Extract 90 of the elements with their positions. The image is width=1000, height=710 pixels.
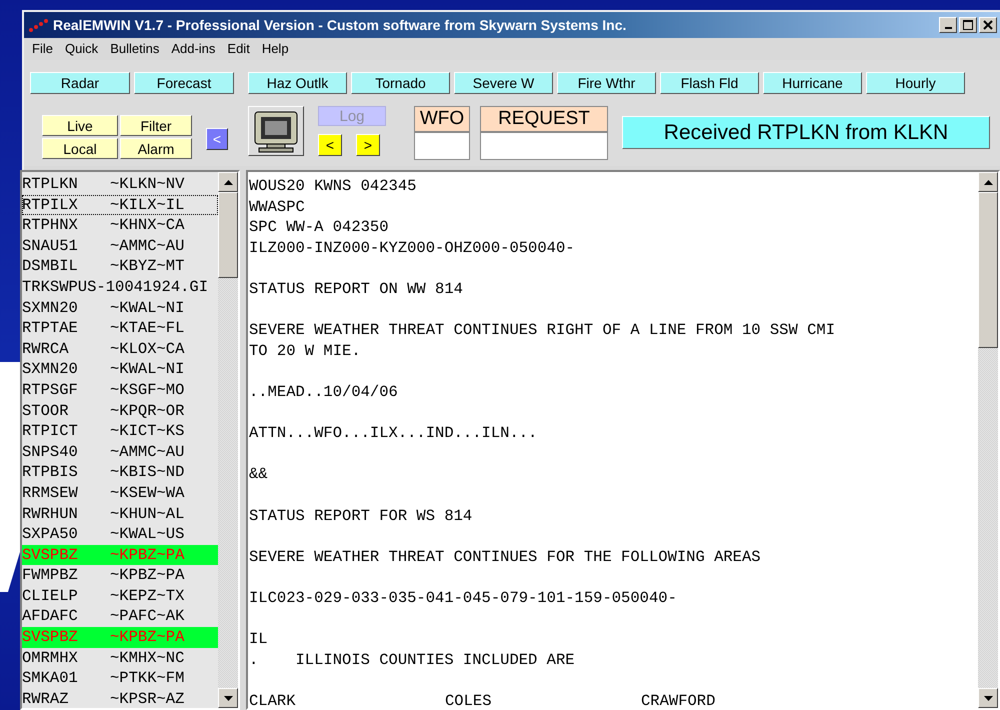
product-list-item[interactable]: SMKA01 ~PTKK~FM — [22, 668, 218, 689]
scroll-up-button[interactable] — [978, 172, 998, 192]
product-list-item[interactable]: RTPBIS ~KBIS~ND — [22, 462, 218, 483]
maximize-icon — [963, 20, 973, 30]
minimize-button[interactable] — [939, 17, 957, 33]
product-list-item[interactable]: OMRMHX ~KMHX~NC — [22, 648, 218, 668]
menu-item[interactable]: File — [26, 41, 59, 60]
maximize-button[interactable] — [959, 17, 977, 33]
product-list-item[interactable]: RTPILX ~KILX~IL — [22, 194, 218, 216]
product-list-item[interactable]: RWRAZ ~KPSR~AZ — [22, 688, 218, 708]
product-list-item[interactable]: CLIELP ~KEPZ~TX — [22, 586, 218, 606]
product-list-item[interactable]: RTPICT ~KICT~KS — [22, 421, 218, 442]
product-list-item[interactable]: RTPHNX ~KHNX~CA — [22, 215, 218, 236]
product-list-item[interactable]: RTPTAE ~KTAE~FL — [22, 318, 218, 339]
bulletin-line: IL — [249, 629, 269, 650]
up-arrow-icon — [224, 180, 232, 184]
bulletin-line: && — [249, 464, 269, 485]
product-button[interactable]: Fire Wthr — [557, 72, 656, 94]
next-button[interactable]: > — [356, 134, 380, 156]
menu-item[interactable]: Help — [256, 41, 295, 60]
scroll-thumb[interactable] — [218, 192, 238, 278]
product-list-item[interactable]: FWMPBZ ~KPBZ~PA — [22, 565, 218, 586]
scroll-up-button[interactable] — [218, 172, 238, 192]
product-list-item[interactable]: DSMBIL ~KBYZ~MT — [22, 256, 218, 277]
mode-button[interactable]: Live — [42, 115, 118, 136]
product-button[interactable]: Haz Outlk — [248, 72, 347, 94]
up-arrow-icon — [984, 180, 992, 184]
text-scrollbar[interactable] — [978, 172, 998, 708]
product-list-item[interactable]: STOOR ~KPQR~OR — [22, 400, 218, 422]
product-list-item[interactable]: TRKSWPUS-10041924.GI — [22, 276, 218, 298]
bulletin-line: TO 20 W MIE. — [249, 340, 362, 362]
back-button[interactable]: < — [206, 128, 228, 150]
product-list-item[interactable]: SXMN20 ~KWAL~NI — [22, 298, 218, 318]
monitor-button[interactable] — [248, 106, 304, 156]
window-title: RealEMWIN V1.7 - Professional Version - Custom software from Skywarn Systems Inc. — [53, 17, 628, 33]
product-button[interactable]: Tornado — [351, 72, 450, 94]
menu-item[interactable]: Add-ins — [165, 41, 222, 60]
status-message: Received RTPLKN from KLKN — [622, 116, 990, 149]
bulletin-line: ATTN...WFO...ILX...IND...ILN... — [249, 423, 538, 444]
product-list-item[interactable]: RTPLKN ~KLKN~NV — [22, 174, 218, 195]
bulletin-line: ILZ000-INZ000-KYZ000-OHZ000-050040- — [249, 238, 576, 258]
product-list-item[interactable]: SNAU51 ~AMMC~AU — [22, 236, 218, 256]
bulletin-line: SPC WW-A 042350 — [249, 217, 390, 238]
minimize-icon — [944, 27, 952, 29]
app-logo-icon — [28, 17, 50, 33]
bulletin-line: SEVERE WEATHER THREAT CONTINUES RIGHT OF A LINE FROM 10 SSW CMI — [249, 320, 836, 341]
menu-item[interactable]: Edit — [221, 41, 256, 60]
bulletin-line: WOUS20 KWNS 042345 — [249, 176, 418, 197]
bulletin-line: SEVERE WEATHER THREAT CONTINUES FOR THE FOLLOWING AREAS — [249, 546, 762, 568]
wfo-label: WFO — [414, 106, 470, 132]
close-button[interactable] — [979, 17, 997, 33]
wfo-field[interactable] — [414, 132, 470, 160]
product-list-item[interactable]: AFDAFC ~PAFC~AK — [22, 606, 218, 628]
mode-button[interactable]: Alarm — [120, 138, 192, 159]
scroll-thumb[interactable] — [978, 192, 998, 348]
bulletin-line: . ILLINOIS COUNTIES INCLUDED ARE — [249, 650, 576, 670]
close-icon — [983, 20, 993, 30]
list-scrollbar[interactable] — [218, 172, 238, 708]
scroll-down-button[interactable] — [218, 688, 238, 708]
bulletin-line: WWASPC — [249, 196, 306, 218]
product-list-item[interactable]: SXPA50 ~KWAL~US — [22, 524, 218, 545]
product-list-item[interactable]: RTPSGF ~KSGF~MO — [22, 380, 218, 401]
product-list-item[interactable]: SXMN20 ~KWAL~NI — [22, 359, 218, 380]
product-button[interactable]: Hourly — [866, 72, 965, 94]
county-name: CRAWFORD — [641, 690, 716, 708]
product-button[interactable]: Flash Fld — [660, 72, 759, 94]
product-button[interactable]: Hurricane — [763, 72, 862, 94]
product-list-item[interactable]: RRMSEW ~KSEW~WA — [22, 482, 218, 504]
request-label: REQUEST — [480, 106, 608, 132]
product-list-item[interactable]: SNPS40 ~AMMC~AU — [22, 442, 218, 462]
view-button[interactable]: Forecast — [134, 72, 234, 94]
scroll-down-button[interactable] — [978, 688, 998, 708]
down-arrow-icon — [984, 696, 992, 700]
product-list-item[interactable]: RWRCA ~KLOX~CA — [22, 338, 218, 360]
county-name: COLES — [445, 690, 493, 708]
bulletin-line: ILC023-029-033-035-041-045-079-101-159-050040- — [249, 588, 678, 608]
bulletin-line: STATUS REPORT FOR WS 814 — [249, 506, 474, 526]
down-arrow-icon — [224, 696, 232, 700]
view-button[interactable]: Radar — [30, 72, 130, 94]
previous-button[interactable]: < — [318, 134, 342, 156]
menu-item[interactable]: Quick — [58, 41, 104, 60]
bulletin-line: STATUS REPORT ON WW 814 — [249, 278, 464, 300]
county-name: CLARK — [249, 690, 297, 708]
mode-button[interactable]: Filter — [120, 115, 192, 136]
bulletin-line: ..MEAD..10/04/06 — [249, 382, 399, 403]
request-field[interactable] — [480, 132, 608, 160]
product-button[interactable]: Severe W — [454, 72, 553, 94]
mode-button[interactable]: Local — [42, 138, 118, 159]
product-list-item[interactable]: RWRHUN ~KHUN~AL — [22, 504, 218, 524]
menu-item[interactable]: Bulletins — [104, 41, 166, 60]
